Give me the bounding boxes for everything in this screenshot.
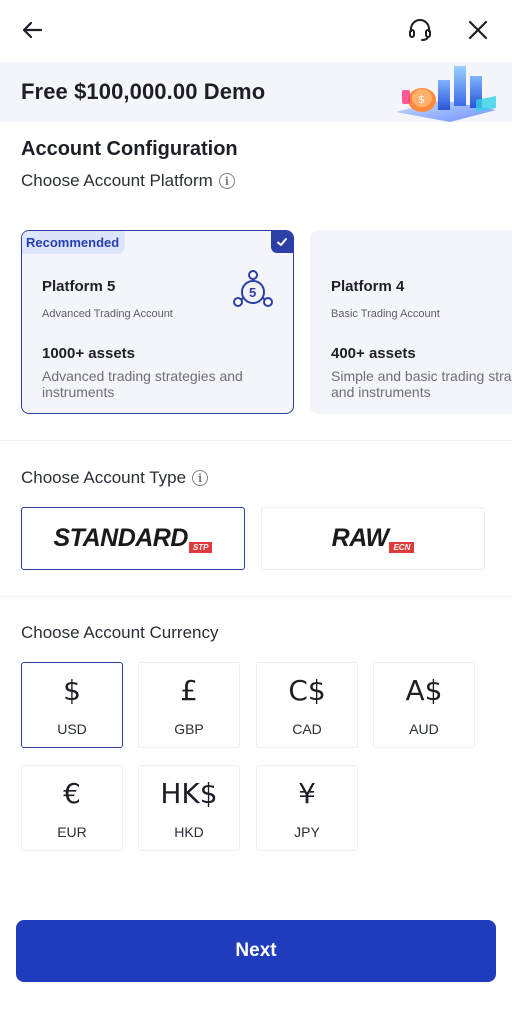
account-type-tag: STP [188,542,213,553]
currency-cad[interactable]: C$ CAD [256,662,358,748]
currency-aud[interactable]: A$ AUD [373,662,475,748]
recommended-badge: Recommended [22,231,126,254]
currency-symbol: C$ [288,674,326,707]
currency-symbol: £ [180,674,198,707]
info-icon[interactable]: i [218,173,235,189]
currency-symbol: € [63,777,81,810]
section-divider [0,440,512,441]
platform-5-logo-number: 5 [249,285,256,300]
currency-code: CAD [292,721,322,737]
currency-label-text: Choose Account Currency [21,623,219,642]
arrow-left-icon [22,21,43,39]
platform-subtitle: Basic Trading Account [331,308,440,320]
platform-assets: 400+ assets [331,345,416,362]
account-type-raw[interactable]: RAW ECN [261,507,485,570]
platform-description: Simple and basic trading stra and instru… [331,368,512,400]
platform-card-platform-4[interactable]: Platform 4 Basic Trading Account 400+ as… [310,230,512,414]
account-type-standard[interactable]: STANDARD STP [21,507,245,570]
platform-description-line-2: and instruments [331,384,431,400]
currency-eur[interactable]: € EUR [21,765,123,851]
svg-text:$: $ [418,93,425,106]
currency-code: JPY [294,824,320,840]
currency-gbp[interactable]: £ GBP [138,662,240,748]
headset-icon [409,19,431,41]
top-bar [0,0,512,62]
account-type-label: Choose Account Type i [21,468,209,488]
platform-label: Choose Account Platform i [21,171,235,191]
account-type-name: RAW [331,524,389,552]
chart-illustration-icon: $ [396,66,496,122]
platform-name: Platform 5 [42,278,116,295]
selected-check-icon [271,231,293,253]
support-button[interactable] [402,12,438,48]
currency-code: HKD [174,824,204,840]
account-type-name: STANDARD [53,524,189,552]
next-button[interactable]: Next [16,920,496,982]
info-icon[interactable]: i [192,470,209,486]
close-icon [468,20,488,40]
platform-description-line-2: instruments [42,384,115,400]
currency-label: Choose Account Currency [21,623,219,643]
platform-card-platform-5[interactable]: Recommended Platform 5 Advanced Trading … [21,230,294,414]
currency-usd[interactable]: $ USD [21,662,123,748]
platform-assets: 1000+ assets [42,345,136,362]
platform-name: Platform 4 [331,278,405,295]
currency-symbol: A$ [405,674,443,707]
platform-description: Advanced trading strategies and instrume… [42,368,243,400]
platform-subtitle: Advanced Trading Account [42,308,173,320]
currency-symbol: $ [63,674,81,707]
account-type-tag: ECN [389,542,415,553]
currency-code: USD [57,721,87,737]
account-type-label-text: Choose Account Type [21,468,187,487]
demo-banner: Free $100,000.00 Demo $ [0,62,512,122]
back-button[interactable] [14,12,50,48]
platform-description-line-1: Simple and basic trading stra [331,368,512,384]
platform-5-logo-icon: 5 [233,270,273,307]
currency-code: GBP [174,721,204,737]
currency-hkd[interactable]: HK$ HKD [138,765,240,851]
banner-title: Free $100,000.00 Demo [21,79,266,104]
currency-code: AUD [409,721,439,737]
currency-symbol: ¥ [298,777,316,810]
currency-symbol: HK$ [160,777,218,810]
platform-label-text: Choose Account Platform [21,171,213,190]
currency-code: EUR [57,824,87,840]
platform-description-line-1: Advanced trading strategies and [42,368,243,384]
account-configuration-title: Account Configuration [21,138,238,160]
currency-jpy[interactable]: ¥ JPY [256,765,358,851]
section-divider [0,596,512,597]
close-button[interactable] [460,12,496,48]
